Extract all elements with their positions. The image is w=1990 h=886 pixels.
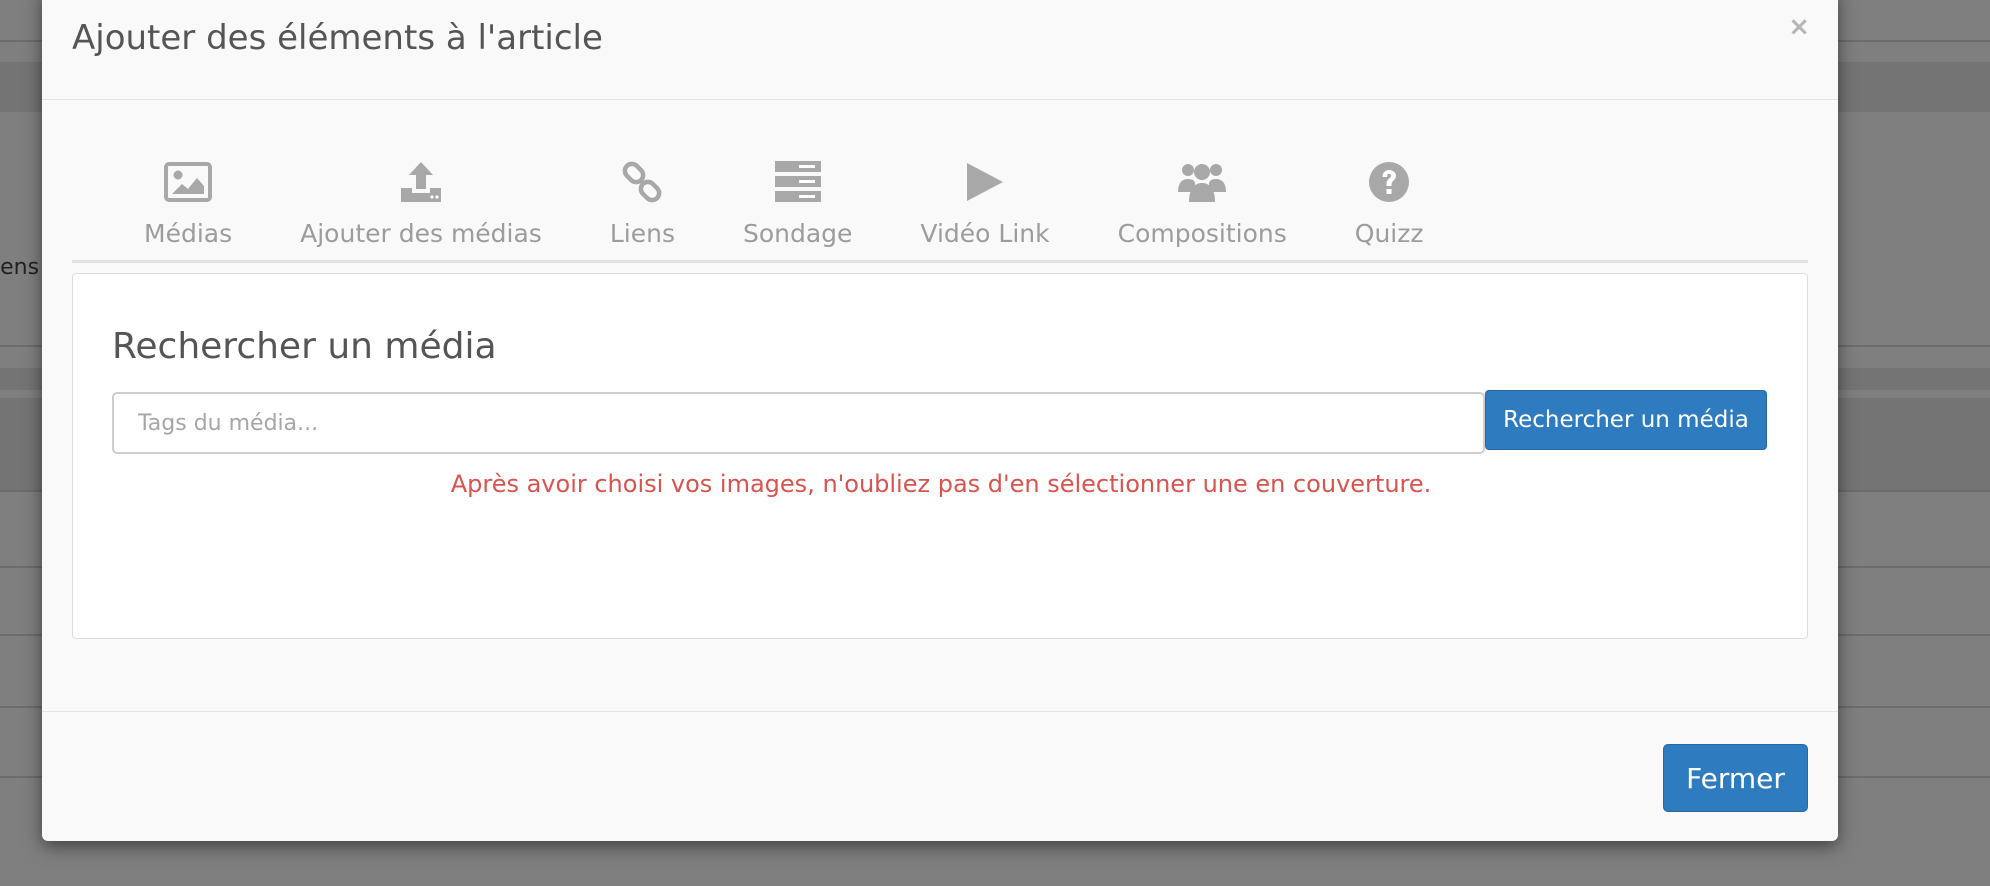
tab-compositions[interactable]: Compositions (1084, 145, 1321, 260)
tab-medias[interactable]: Médias (110, 145, 266, 260)
tab-label: Ajouter des médias (300, 219, 542, 248)
modal-footer: Fermer (42, 711, 1838, 841)
search-media-button[interactable]: Rechercher un média (1485, 390, 1767, 450)
play-icon (960, 157, 1010, 207)
search-title: Rechercher un média (112, 326, 497, 367)
tab-label: Vidéo Link (920, 219, 1050, 248)
modal-title: Ajouter des éléments à l'article (72, 18, 603, 58)
tab-add-medias[interactable]: Ajouter des médias (266, 145, 576, 260)
modal-header: Ajouter des éléments à l'article × (42, 0, 1838, 100)
add-elements-modal: Ajouter des éléments à l'article × Média… (42, 0, 1838, 841)
tab-label: Compositions (1117, 219, 1287, 248)
upload-icon (396, 157, 446, 207)
close-button[interactable]: Fermer (1663, 744, 1808, 812)
media-search-panel: Rechercher un média Rechercher un média … (72, 273, 1808, 639)
tab-poll[interactable]: Sondage (709, 145, 886, 260)
element-tabs: Médias Ajouter des médias Liens Sondage … (72, 145, 1808, 263)
tab-label: Médias (144, 219, 233, 248)
media-tags-input[interactable] (112, 392, 1485, 454)
tab-label: Quizz (1354, 219, 1424, 248)
image-icon (163, 157, 213, 207)
question-circle-icon (1364, 157, 1414, 207)
tab-video-link[interactable]: Vidéo Link (886, 145, 1083, 260)
tab-quizz[interactable]: Quizz (1321, 145, 1458, 260)
tab-links[interactable]: Liens (576, 145, 709, 260)
tab-label: Liens (609, 219, 675, 248)
server-icon (773, 157, 823, 207)
close-icon[interactable]: × (1788, 12, 1810, 42)
cover-hint-text: Après avoir choisi vos images, n'oubliez… (450, 470, 1432, 498)
users-icon (1177, 157, 1227, 207)
link-icon (617, 157, 667, 207)
tab-label: Sondage (742, 219, 853, 248)
